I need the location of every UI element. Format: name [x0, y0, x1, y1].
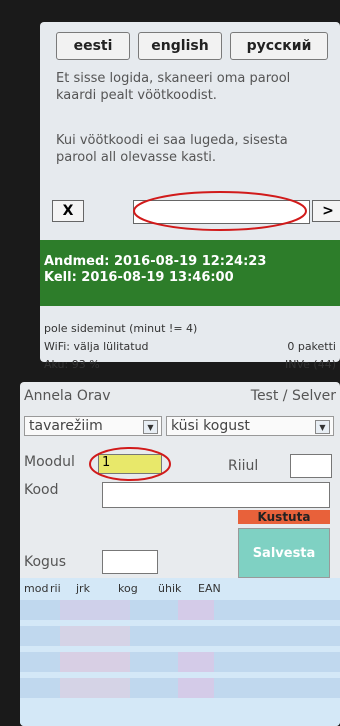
- kood-input[interactable]: [102, 482, 330, 508]
- col-header-jrk: jrk: [76, 582, 90, 595]
- kogus-label: Kogus: [24, 554, 67, 570]
- kogus-input[interactable]: [102, 550, 158, 574]
- col-header-mod: mod: [24, 582, 49, 595]
- table-row[interactable]: [20, 652, 340, 672]
- table-row[interactable]: [20, 678, 340, 698]
- manual-instruction-text: Kui vöötkoodi ei saa lugeda, sisesta par…: [56, 133, 288, 165]
- riiul-label: Riiul: [228, 458, 259, 474]
- mode-label: Test / Selver: [250, 388, 336, 404]
- table-row[interactable]: [20, 626, 340, 646]
- mode-select[interactable]: tavarežiim ▼: [24, 416, 162, 436]
- lang-button-russian[interactable]: русский: [230, 32, 328, 60]
- connection-status: pole sideminut (minut != 4): [44, 322, 198, 335]
- battery-status: Aku: 93 %: [44, 358, 100, 371]
- wifi-status: WiFi: välja lülitatud: [44, 340, 149, 353]
- clear-button[interactable]: X: [52, 200, 84, 222]
- user-name: Annela Orav: [24, 388, 111, 404]
- packet-count: 0 paketti: [287, 340, 336, 353]
- sync-status-panel: Andmed: 2016-08-19 12:24:23 Kell: 2016-0…: [40, 240, 340, 306]
- kood-label: Kood: [24, 482, 59, 498]
- scan-instruction-text: Et sisse logida, skaneeri oma parool kaa…: [56, 71, 291, 103]
- login-screen: eesti english русский Et sisse logida, s…: [40, 22, 340, 371]
- table-row[interactable]: [20, 600, 340, 620]
- quantity-select[interactable]: küsi kogust ▼: [166, 416, 334, 436]
- col-header-kog: kog: [118, 582, 138, 595]
- col-header-rii: rii: [50, 582, 61, 595]
- inventory-count: INVe (44): [285, 358, 336, 371]
- delete-button[interactable]: Kustuta: [238, 510, 330, 524]
- kell-timestamp: Kell: 2016-08-19 13:46:00: [44, 270, 234, 285]
- inventory-screen: Annela Orav Test / Selver tavarežiim ▼ k…: [20, 382, 340, 726]
- andmed-timestamp: Andmed: 2016-08-19 12:24:23: [44, 254, 267, 269]
- lang-button-english[interactable]: english: [138, 32, 222, 60]
- lang-button-eesti[interactable]: eesti: [56, 32, 130, 60]
- chevron-down-icon: ▼: [143, 420, 158, 434]
- submit-button[interactable]: >: [312, 200, 340, 222]
- col-header-ean: EAN: [198, 582, 221, 595]
- items-table: mod rii jrk kog ühik EAN: [20, 578, 340, 726]
- highlight-circle: [133, 191, 307, 231]
- highlight-circle: [89, 447, 171, 481]
- save-button[interactable]: Salvesta: [238, 528, 330, 578]
- col-header-unit: ühik: [158, 582, 182, 595]
- quantity-select-value: küsi kogust: [171, 418, 250, 434]
- chevron-down-icon: ▼: [315, 420, 330, 434]
- mode-select-value: tavarežiim: [29, 418, 103, 434]
- riiul-input[interactable]: [290, 454, 332, 478]
- moodul-label: Moodul: [24, 454, 75, 470]
